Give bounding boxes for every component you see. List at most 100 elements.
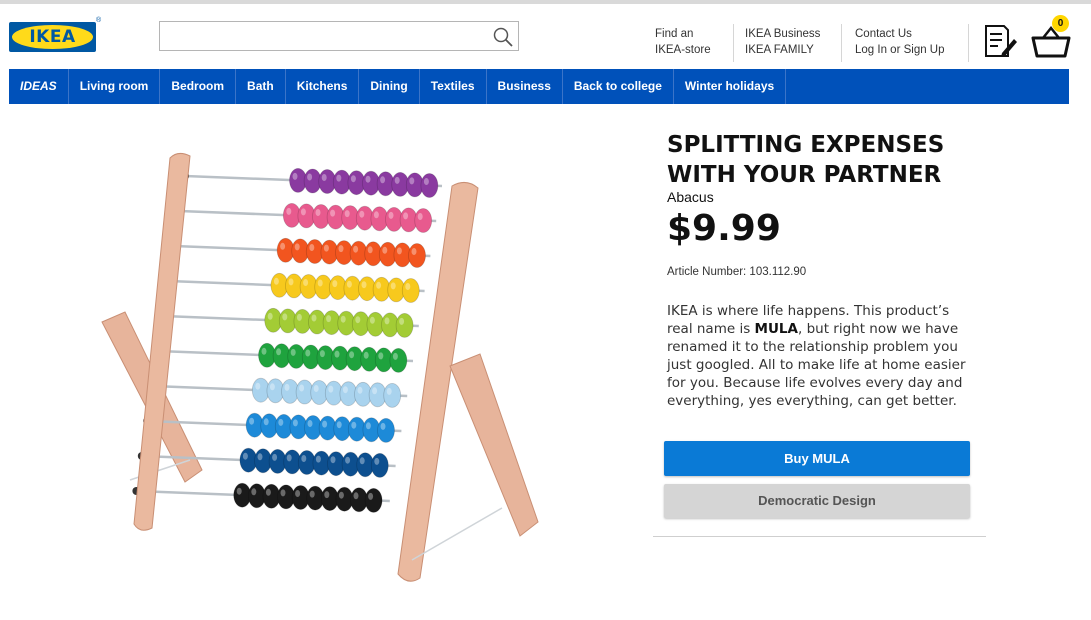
abacus-bead-highlight xyxy=(263,418,269,426)
abacus-bead-highlight xyxy=(423,178,429,185)
ikea-logo[interactable]: IKEA xyxy=(9,22,96,52)
abacus-bead-highlight xyxy=(326,315,332,323)
nav-item-textiles[interactable]: Textiles xyxy=(420,69,487,104)
abacus-bead-highlight xyxy=(257,453,263,461)
search-input[interactable] xyxy=(160,22,496,50)
abacus-bead-highlight xyxy=(280,242,286,250)
abacus-bead-highlight xyxy=(380,422,386,430)
abacus-bead xyxy=(370,452,389,478)
abacus-bead-highlight xyxy=(344,210,350,218)
abacus-bead-highlight xyxy=(305,349,311,357)
abacus-bead-highlight xyxy=(286,454,292,462)
abacus-bead-highlight xyxy=(309,490,315,498)
abacus-bead-highlight xyxy=(299,384,305,392)
abacus-bead xyxy=(395,312,414,338)
abacus-bead-highlight xyxy=(307,173,313,181)
abacus-bead-highlight xyxy=(411,248,417,255)
abacus-bead-highlight xyxy=(372,387,378,395)
nav-item-kitchens[interactable]: Kitchens xyxy=(286,69,360,104)
abacus-bead-highlight xyxy=(382,246,388,254)
logo-text: IKEA xyxy=(29,27,76,47)
abacus-bead-highlight xyxy=(417,213,423,220)
abacus-bead-highlight xyxy=(292,172,298,180)
abacus-bead xyxy=(377,417,395,443)
nav-item-bath[interactable]: Bath xyxy=(236,69,286,104)
abacus-bead xyxy=(401,278,420,303)
abacus-bead-highlight xyxy=(330,456,336,464)
abacus-bead-highlight xyxy=(328,385,334,393)
nav-item-bedroom[interactable]: Bedroom xyxy=(160,69,237,104)
abacus-bead-highlight xyxy=(273,277,279,285)
abacus-bead-highlight xyxy=(242,452,248,460)
buy-button[interactable]: Buy MULA xyxy=(664,441,970,476)
search-box[interactable] xyxy=(159,21,519,51)
abacus-bead-highlight xyxy=(359,457,365,465)
abacus-bead-highlight xyxy=(315,209,321,216)
abacus-bead-highlight xyxy=(334,350,340,358)
abacus-bead-highlight xyxy=(251,488,257,496)
top-border xyxy=(0,0,1091,4)
find-store-link[interactable]: Find an IKEA-store xyxy=(655,26,711,58)
abacus-bead-highlight xyxy=(396,247,402,255)
nav-item-business[interactable]: Business xyxy=(487,69,563,104)
abacus-bead-highlight xyxy=(286,207,292,215)
abacus-bead-highlight xyxy=(349,351,355,359)
abacus-bead-highlight xyxy=(342,386,348,394)
login-signup-link[interactable]: Log In or Sign Up xyxy=(855,42,945,58)
search-icon[interactable] xyxy=(492,26,514,48)
abacus-bead-highlight xyxy=(282,313,288,321)
abacus-bead-highlight xyxy=(373,211,379,219)
contact-us-link[interactable]: Contact Us xyxy=(855,26,945,42)
nav-item-dining[interactable]: Dining xyxy=(359,69,420,104)
abacus-bead-highlight xyxy=(267,312,273,320)
abacus-bead-highlight xyxy=(388,211,394,219)
abacus-bead-highlight xyxy=(255,382,261,390)
abacus-bead-highlight xyxy=(361,281,367,289)
abacus-bead-highlight xyxy=(236,487,242,495)
abacus-bead-highlight xyxy=(330,209,336,217)
abacus-bead-highlight xyxy=(365,175,371,183)
ikea-family-link[interactable]: IKEA FAMILY xyxy=(745,42,820,58)
find-store-line1[interactable]: Find an xyxy=(655,26,711,42)
product-description: IKEA is where life happens. This product… xyxy=(667,302,972,410)
abacus-bead-highlight xyxy=(284,383,290,391)
abacus-bead xyxy=(364,487,383,513)
main-nav: IDEAS Living room Bedroom Bath Kitchens … xyxy=(9,69,1069,104)
product-image-abacus xyxy=(101,152,539,582)
abacus-bead-highlight xyxy=(322,420,328,428)
abacus-bead-highlight xyxy=(386,387,392,395)
shopping-list-icon[interactable] xyxy=(982,23,1018,59)
abacus-bead-highlight xyxy=(290,348,296,356)
abacus-bead-highlight xyxy=(359,210,365,218)
democratic-design-button[interactable]: Democratic Design xyxy=(664,484,970,518)
nav-item-living-room[interactable]: Living room xyxy=(69,69,161,104)
abacus-bead-highlight xyxy=(307,420,313,427)
abacus-bead-highlight xyxy=(319,350,325,358)
abacus-bead-highlight xyxy=(323,244,329,252)
abacus-bead-highlight xyxy=(261,347,267,355)
abacus-bead-highlight xyxy=(392,352,398,360)
logo-registered-mark: ® xyxy=(96,17,102,24)
abacus-bead-highlight xyxy=(353,492,359,500)
abacus-bead-highlight xyxy=(376,281,382,289)
ikea-business-link[interactable]: IKEA Business xyxy=(745,26,820,42)
find-store-line2[interactable]: IKEA-store xyxy=(655,42,711,58)
abacus-bead-highlight xyxy=(346,280,352,288)
abacus-bead-highlight xyxy=(405,283,411,290)
logo-oval: IKEA xyxy=(12,25,93,49)
description-product-name: MULA xyxy=(754,321,798,337)
abacus-bead-highlight xyxy=(350,175,356,183)
nav-item-back-to-college[interactable]: Back to college xyxy=(563,69,674,104)
abacus-bead-highlight xyxy=(365,422,371,430)
abacus-bead-highlight xyxy=(409,177,415,185)
abacus-bead-highlight xyxy=(345,456,351,464)
nav-item-winter-holidays[interactable]: Winter holidays xyxy=(674,69,787,104)
abacus-bead-highlight xyxy=(355,316,361,324)
abacus-bead xyxy=(420,173,439,198)
nav-item-ideas[interactable]: IDEAS xyxy=(9,69,69,104)
abacus-bead-highlight xyxy=(338,245,344,253)
abacus-bead-highlight xyxy=(280,489,286,497)
abacus-bead-highlight xyxy=(292,419,298,427)
abacus-bead-highlight xyxy=(336,174,342,182)
abacus-bead-highlight xyxy=(363,351,369,359)
